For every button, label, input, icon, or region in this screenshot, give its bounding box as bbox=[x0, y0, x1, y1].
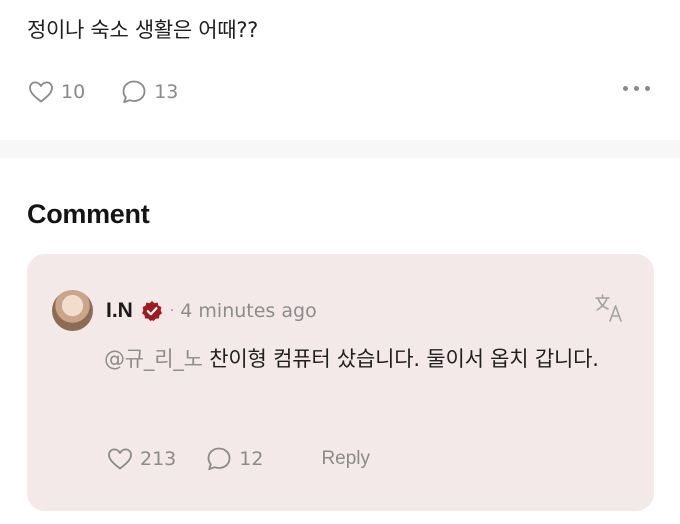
comment-like-button[interactable]: 213 bbox=[107, 447, 176, 471]
comment-text: @규_리_노 찬이형 컴퓨터 샀습니다. 둘이서 옵치 갑니다. bbox=[104, 340, 624, 379]
post-like-button[interactable]: 10 bbox=[28, 80, 85, 104]
comment-author[interactable]: I.N bbox=[106, 299, 133, 323]
more-dots-icon[interactable] bbox=[623, 86, 650, 91]
meta-separator: · bbox=[169, 303, 175, 319]
heart-outline-icon bbox=[108, 448, 132, 470]
post-comment-button[interactable]: 13 bbox=[121, 79, 178, 105]
comment-actions: 213 12 Reply bbox=[107, 444, 370, 474]
reply-button[interactable]: Reply bbox=[321, 448, 370, 470]
comment-card: I.N · 4 minutes ago @규_리_노 찬이형 컴퓨터 샀습니다.… bbox=[27, 254, 654, 511]
comment-header: I.N · 4 minutes ago bbox=[106, 298, 317, 324]
comment-replies-button[interactable]: 12 bbox=[206, 446, 263, 472]
comment-like-count: 213 bbox=[140, 448, 177, 470]
more-dot bbox=[634, 86, 639, 91]
post-like-count: 10 bbox=[61, 81, 86, 103]
post-actions: 10 13 bbox=[28, 78, 178, 106]
heart-outline-icon bbox=[29, 81, 53, 103]
verified-badge-icon bbox=[141, 301, 162, 321]
comment-body-text: 찬이형 컴퓨터 샀습니다. 둘이서 옵치 갑니다. bbox=[202, 347, 599, 371]
speech-bubble-icon bbox=[122, 80, 146, 104]
avatar[interactable] bbox=[52, 290, 93, 331]
section-divider bbox=[0, 140, 680, 158]
translate-icon[interactable] bbox=[593, 292, 625, 324]
comment-timestamp: 4 minutes ago bbox=[180, 300, 317, 322]
post-comment-count: 13 bbox=[154, 81, 179, 103]
post-text: 정이나 숙소 생활은 어때?? bbox=[27, 18, 259, 42]
comment-section-title: Comment bbox=[27, 199, 150, 229]
comment-reply-count: 12 bbox=[239, 448, 264, 470]
speech-bubble-icon bbox=[207, 447, 231, 471]
more-dot bbox=[645, 86, 650, 91]
more-dot bbox=[623, 86, 628, 91]
mention-link[interactable]: @규_리_노 bbox=[104, 347, 203, 371]
